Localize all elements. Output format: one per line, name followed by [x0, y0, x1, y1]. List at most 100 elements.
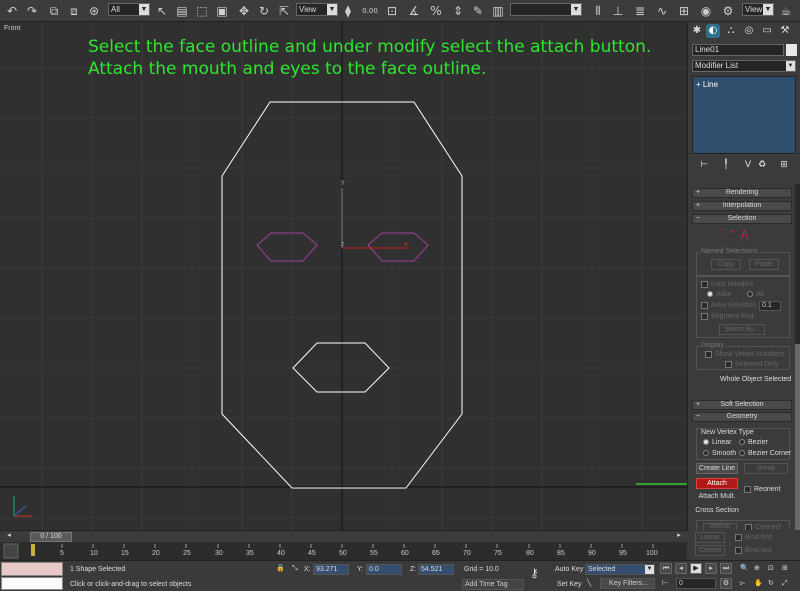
align-icon[interactable]: ⊥: [610, 3, 626, 19]
lock-selection-icon[interactable]: 🔒: [276, 564, 285, 573]
viewport-label[interactable]: Front: [4, 25, 20, 32]
object-color-swatch[interactable]: [786, 44, 797, 56]
unlink-icon[interactable]: ⧈: [66, 3, 82, 19]
maxscript-listener-white[interactable]: [1, 577, 63, 590]
z-coordinate-field[interactable]: 54.521: [418, 564, 454, 575]
bezier-radio[interactable]: [739, 439, 745, 445]
zoom-all-icon[interactable]: ⊕: [754, 564, 760, 573]
paste-button[interactable]: Paste: [749, 259, 779, 270]
y-coordinate-field[interactable]: 0.0: [366, 564, 402, 575]
reorient-checkbox[interactable]: [744, 486, 751, 493]
select-link-icon[interactable]: ⧉: [46, 3, 62, 19]
make-unique-icon[interactable]: Ⅴ: [742, 160, 754, 172]
linear-button[interactable]: Linear: [695, 532, 725, 543]
quick-render-icon[interactable]: ☕: [778, 3, 794, 19]
key-filters-button[interactable]: Key Filters...: [600, 578, 655, 589]
select-by-name-icon[interactable]: ▤: [174, 3, 190, 19]
right-eye-shape[interactable]: [367, 232, 429, 262]
angle-snap-icon[interactable]: ∡: [406, 3, 422, 19]
window-crossing-icon[interactable]: ▣: [214, 3, 230, 19]
add-time-tag-button[interactable]: Add Time Tag: [462, 579, 524, 590]
create-line-button[interactable]: Create Line: [696, 463, 738, 474]
break-button[interactable]: Break: [744, 463, 788, 474]
time-slider-track[interactable]: 0 / 100 ◂ ▸: [0, 530, 687, 542]
current-frame-field[interactable]: 0: [676, 578, 716, 589]
display-tab-icon[interactable]: ▭: [760, 24, 774, 38]
stack-item-line[interactable]: + Line: [696, 80, 718, 89]
closed-button[interactable]: Closed: [695, 545, 725, 556]
subobject-level-icons[interactable]: ⁛⌃⋀: [718, 229, 752, 240]
zoom-icon[interactable]: 🔍: [740, 564, 749, 573]
go-to-end-icon[interactable]: ⏭: [720, 563, 732, 574]
play-icon[interactable]: ▶: [690, 563, 702, 574]
orbit-icon[interactable]: ↻: [768, 579, 774, 588]
rollout-rendering[interactable]: + Rendering: [692, 188, 792, 198]
named-selection-icon[interactable]: ▥: [490, 3, 506, 19]
linear-radio[interactable]: [703, 439, 709, 445]
reference-coord-dropdown[interactable]: View ▼: [296, 3, 338, 16]
rollout-soft-selection[interactable]: + Soft Selection: [692, 400, 792, 410]
bind-space-warp-icon[interactable]: ⊛: [86, 3, 102, 19]
create-tab-icon[interactable]: ✱: [690, 24, 704, 38]
rectangular-selection-icon[interactable]: ⬚: [194, 3, 210, 19]
modifier-list-dropdown[interactable]: Modifier List ▼: [692, 60, 796, 72]
move-icon[interactable]: ✥: [236, 3, 252, 19]
pan-icon[interactable]: ✋: [754, 579, 763, 588]
mirror-icon[interactable]: ⫴: [590, 3, 606, 19]
key-mode-toggle-icon[interactable]: ⊢: [662, 579, 668, 588]
hierarchy-tab-icon[interactable]: ⛬: [724, 24, 738, 38]
percent-snap-icon[interactable]: %: [428, 3, 444, 19]
x-coordinate-field[interactable]: 93.271: [313, 564, 349, 575]
go-to-start-icon[interactable]: ⏮: [660, 563, 672, 574]
set-key-button[interactable]: Set Key: [557, 580, 582, 589]
snap-toggle-icon[interactable]: ⊡: [384, 3, 400, 19]
cross-section-button[interactable]: Cross Section: [694, 506, 740, 517]
undo-icon[interactable]: ↶: [4, 3, 20, 19]
maxscript-listener-pink[interactable]: [1, 562, 63, 576]
timeline-ruler[interactable]: 5 10 15 20 25 30 35 40 45 50 55 60 65 70…: [0, 542, 687, 560]
selection-filter-dropdown[interactable]: All ▼: [108, 3, 150, 16]
next-frame-icon[interactable]: ▸: [705, 563, 717, 574]
bind-last-checkbox[interactable]: [735, 547, 742, 554]
key-mode-dropdown[interactable]: Selected ▼: [585, 564, 655, 575]
left-eye-shape[interactable]: [256, 232, 318, 262]
key-icon[interactable]: ⚷: [530, 567, 539, 579]
time-configuration-icon[interactable]: ⚙: [720, 578, 732, 589]
select-object-icon[interactable]: ↖: [154, 3, 170, 19]
maximize-viewport-icon[interactable]: ⤢: [782, 579, 788, 588]
scroll-right-icon[interactable]: ▸: [672, 531, 686, 542]
edit-named-selection-icon[interactable]: ✎: [470, 3, 486, 19]
pivot-center-icon[interactable]: ⧫: [340, 3, 356, 19]
utilities-tab-icon[interactable]: ⚒: [778, 24, 792, 38]
bezier-corner-radio[interactable]: [739, 450, 745, 456]
object-name-field[interactable]: Line01: [692, 44, 784, 56]
segment-end-checkbox[interactable]: [701, 313, 708, 320]
named-selection-dropdown[interactable]: ▼: [510, 3, 582, 16]
modifier-stack[interactable]: + Line: [692, 76, 796, 154]
view-dropdown[interactable]: View ▼: [742, 3, 774, 16]
front-viewport[interactable]: Front Select the face outline and under …: [0, 22, 687, 530]
area-selection-checkbox[interactable]: [701, 302, 708, 309]
zoom-extents-all-icon[interactable]: ⊞: [782, 564, 788, 573]
curve-editor-icon[interactable]: ∿: [654, 3, 670, 19]
time-slider[interactable]: 0 / 100: [30, 532, 72, 542]
select-by-button[interactable]: Select By...: [719, 324, 765, 335]
command-panel-scrollbar[interactable]: [795, 184, 800, 530]
alike-radio[interactable]: [707, 291, 713, 297]
auto-key-button[interactable]: Auto Key: [555, 565, 583, 574]
zoom-extents-icon[interactable]: ⊡: [768, 564, 774, 573]
field-of-view-icon[interactable]: ▻: [740, 579, 745, 588]
snap-value-display[interactable]: 0.00: [362, 3, 378, 19]
spinner-snap-icon[interactable]: ⇕: [450, 3, 466, 19]
absolute-mode-icon[interactable]: ⤡: [292, 564, 298, 573]
previous-frame-icon[interactable]: ◂: [675, 563, 687, 574]
rollout-selection[interactable]: − Selection: [692, 214, 792, 224]
attach-button[interactable]: Attach: [696, 478, 738, 489]
all-radio[interactable]: [747, 291, 753, 297]
area-selection-spinner[interactable]: 0.1: [759, 301, 781, 311]
rotate-icon[interactable]: ↻: [256, 3, 272, 19]
schematic-view-icon[interactable]: ⊞: [676, 3, 692, 19]
show-end-result-icon[interactable]: ╿: [720, 160, 732, 172]
copy-button[interactable]: Copy: [711, 259, 741, 270]
command-panel-scroll-thumb[interactable]: [795, 344, 800, 530]
